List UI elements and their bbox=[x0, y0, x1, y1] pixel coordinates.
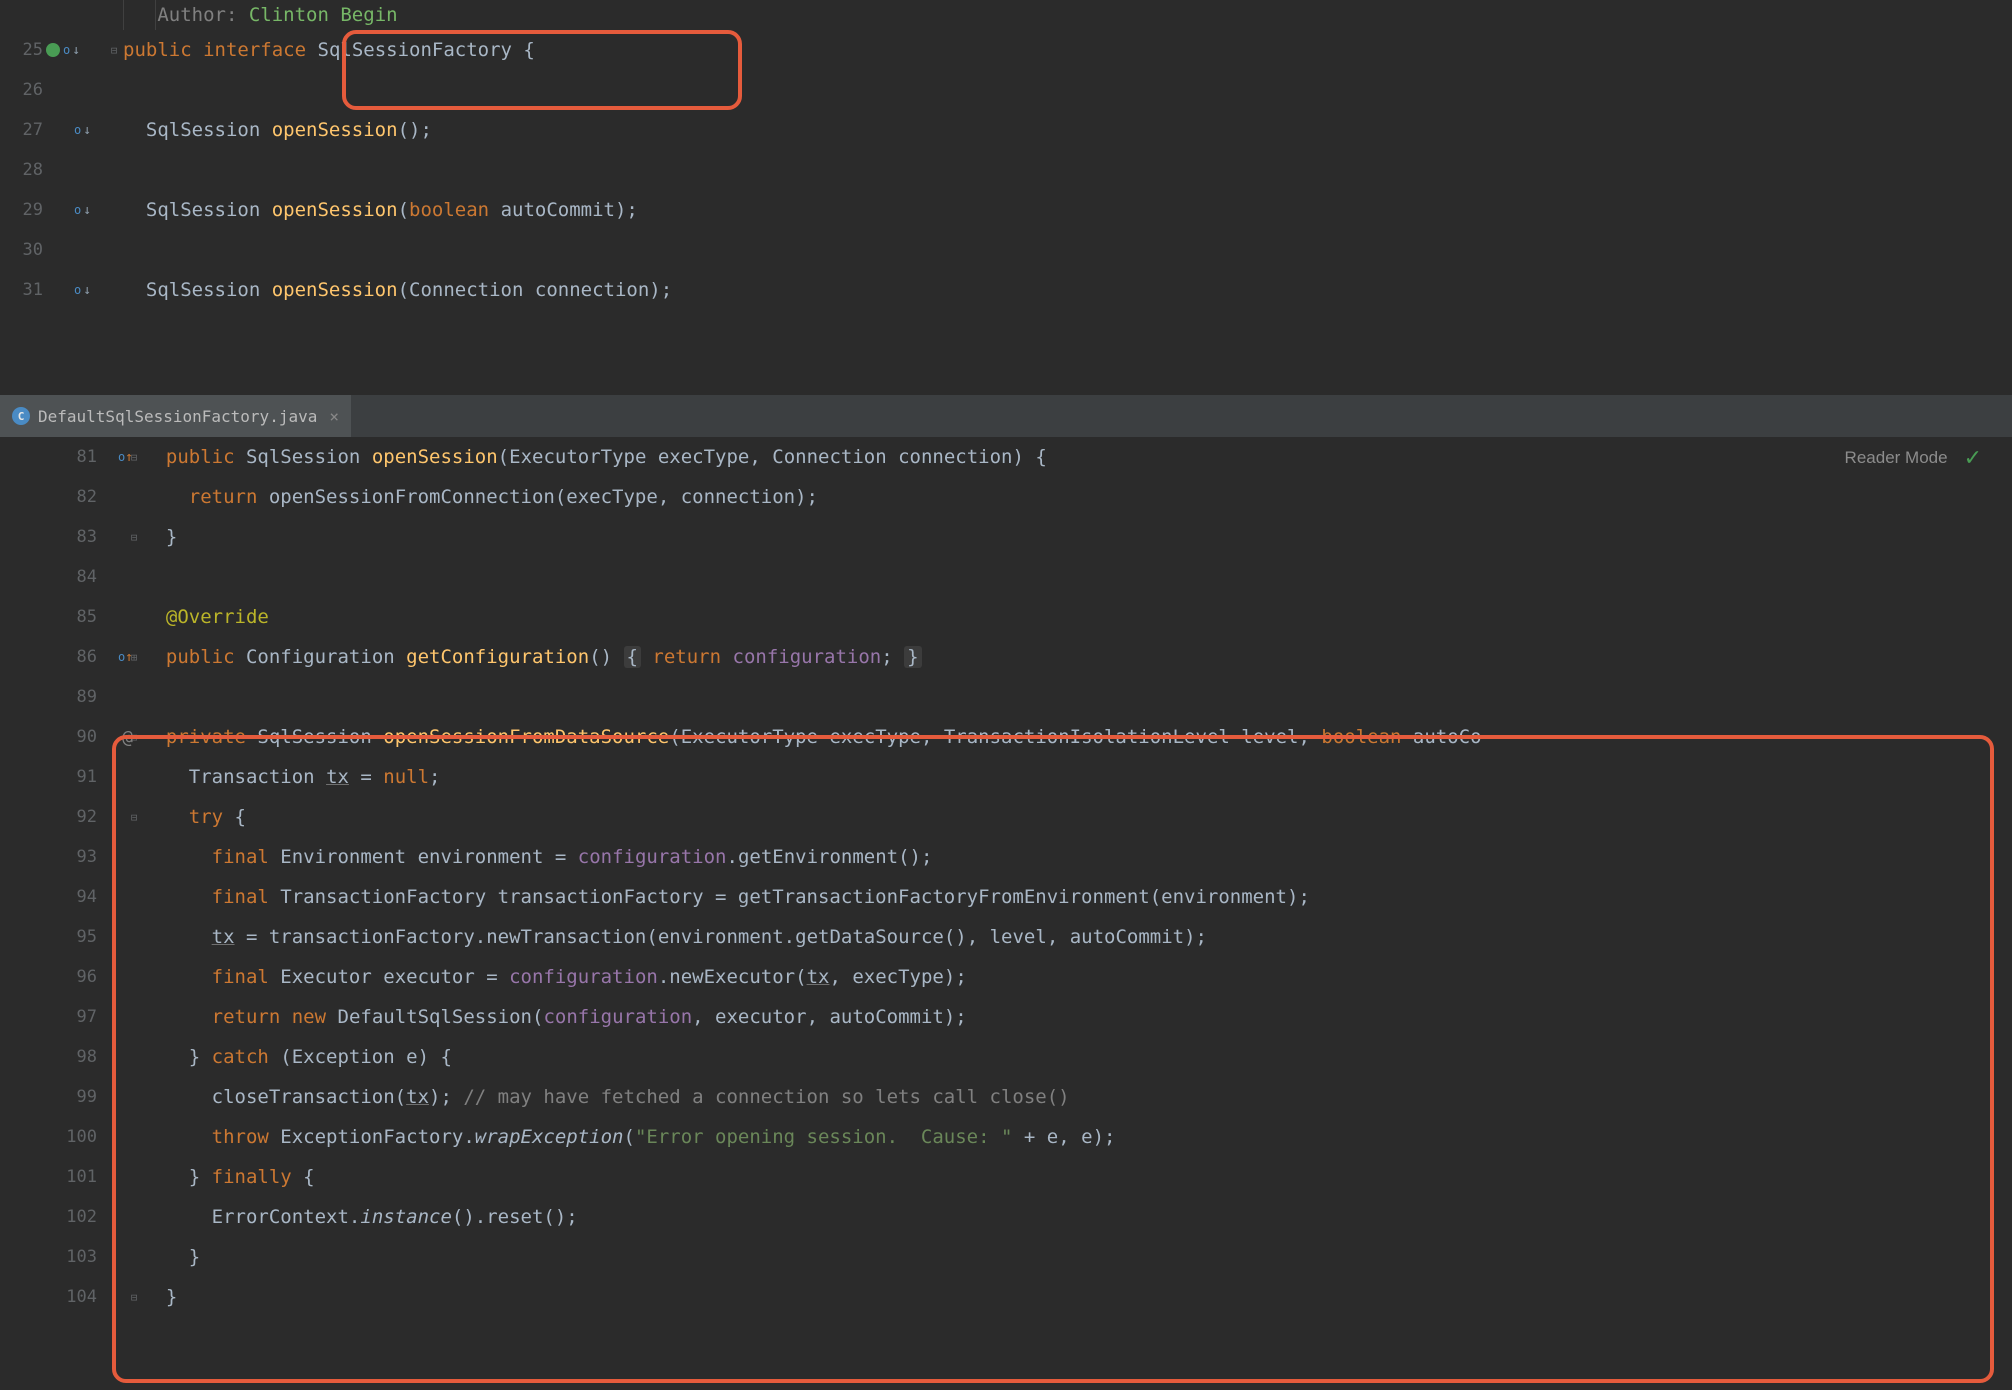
code-line-author: Author: Clinton Begin bbox=[0, 0, 2012, 30]
line-number: 84 bbox=[77, 567, 97, 587]
code-line-84[interactable]: 84 bbox=[0, 557, 2012, 597]
line-number: 103 bbox=[66, 1247, 97, 1267]
method-opensession: openSession bbox=[272, 119, 398, 141]
code-line-29[interactable]: o↓ 29 SqlSession openSession(boolean aut… bbox=[0, 190, 2012, 230]
line-number: 82 bbox=[77, 487, 97, 507]
author-name: Clinton Begin bbox=[249, 4, 398, 26]
code-line-97[interactable]: 97 return new DefaultSqlSession(configur… bbox=[0, 997, 2012, 1037]
author-label: Author: bbox=[157, 4, 237, 26]
line-number: 100 bbox=[66, 1127, 97, 1147]
file-tab-name: DefaultSqlSessionFactory.java bbox=[38, 407, 317, 426]
class-icon: C bbox=[12, 407, 30, 425]
code-line-81[interactable]: 81 o↑ ⊟ public SqlSession openSession(Ex… bbox=[0, 437, 2012, 477]
line-number: 96 bbox=[77, 967, 97, 987]
line-number: 98 bbox=[77, 1047, 97, 1067]
code-line-83[interactable]: 83 ⊟ } bbox=[0, 517, 2012, 557]
code-line-86[interactable]: 86 o↑ ⊞ public Configuration getConfigur… bbox=[0, 637, 2012, 677]
bottom-editor-pane: C DefaultSqlSessionFactory.java × Reader… bbox=[0, 395, 2012, 1390]
string-literal: "Error opening session. Cause: " bbox=[635, 1126, 1013, 1148]
line-number: 99 bbox=[77, 1087, 97, 1107]
line-number: 30 bbox=[23, 240, 43, 260]
code-line-98[interactable]: 98 } catch (Exception e) { bbox=[0, 1037, 2012, 1077]
fold-toggle[interactable]: ⊟ bbox=[125, 811, 143, 824]
code-line-92[interactable]: 92 ⊟ try { bbox=[0, 797, 2012, 837]
code-line-90[interactable]: 90 @ ⊟ private SqlSession openSessionFro… bbox=[0, 717, 2012, 757]
code-line-100[interactable]: 100 throw ExceptionFactory.wrapException… bbox=[0, 1117, 2012, 1157]
line-number: 97 bbox=[77, 1007, 97, 1027]
line-number: 31 bbox=[23, 280, 43, 300]
line-number: 29 bbox=[23, 200, 43, 220]
method-getconfiguration: getConfiguration bbox=[406, 646, 589, 668]
line-number: 85 bbox=[77, 607, 97, 627]
line-number: 26 bbox=[23, 80, 43, 100]
reader-mode-toggle[interactable]: Reader Mode ✓ bbox=[1845, 445, 1982, 471]
line-number: 86 bbox=[77, 647, 97, 667]
line-number: 91 bbox=[77, 767, 97, 787]
fold-col[interactable]: ⊟ bbox=[105, 44, 123, 57]
code-line-103[interactable]: 103 } bbox=[0, 1237, 2012, 1277]
code-line-26[interactable]: 26 bbox=[0, 70, 2012, 110]
code-line-31[interactable]: o↓ 31 SqlSession openSession(Connection … bbox=[0, 270, 2012, 310]
top-editor-pane: Author: Clinton Begin o↓ 25 ⊟ public int… bbox=[0, 0, 2012, 395]
annotation-override: @Override bbox=[166, 606, 269, 628]
at-icon: @ bbox=[122, 727, 133, 748]
reader-mode-label: Reader Mode bbox=[1845, 448, 1948, 468]
code-line-82[interactable]: 82 return openSessionFromConnection(exec… bbox=[0, 477, 2012, 517]
gutter-25: o↓ 25 bbox=[0, 40, 105, 60]
code-line-101[interactable]: 101 } finally { bbox=[0, 1157, 2012, 1197]
line-number: 102 bbox=[66, 1207, 97, 1227]
file-tab-defaultsqlsessionfactory[interactable]: C DefaultSqlSessionFactory.java × bbox=[0, 395, 351, 437]
comment: // may have fetched a connection so lets… bbox=[463, 1086, 1069, 1108]
checkmark-icon: ✓ bbox=[1964, 445, 1982, 471]
code-line-91[interactable]: 91 Transaction tx = null; bbox=[0, 757, 2012, 797]
code-line-25[interactable]: o↓ 25 ⊟ public interface SqlSessionFacto… bbox=[0, 30, 2012, 70]
kw-public: public bbox=[123, 39, 192, 61]
close-icon[interactable]: × bbox=[329, 407, 339, 426]
code-line-28[interactable]: 28 bbox=[0, 150, 2012, 190]
code-line-95[interactable]: 95 tx = transactionFactory.newTransactio… bbox=[0, 917, 2012, 957]
line-number: 101 bbox=[66, 1167, 97, 1187]
code-line-96[interactable]: 96 final Executor executor = configurati… bbox=[0, 957, 2012, 997]
class-name: SqlSessionFactory bbox=[318, 39, 512, 61]
line-number: 94 bbox=[77, 887, 97, 907]
code-line-99[interactable]: 99 closeTransaction(tx); // may have fet… bbox=[0, 1077, 2012, 1117]
code-line-93[interactable]: 93 final Environment environment = confi… bbox=[0, 837, 2012, 877]
code-line-102[interactable]: 102 ErrorContext.instance().reset(); bbox=[0, 1197, 2012, 1237]
line-number: 93 bbox=[77, 847, 97, 867]
line-number: 104 bbox=[66, 1287, 97, 1307]
kw-interface: interface bbox=[203, 39, 306, 61]
line-number: 95 bbox=[77, 927, 97, 947]
code-line-94[interactable]: 94 final TransactionFactory transactionF… bbox=[0, 877, 2012, 917]
line-number: 83 bbox=[77, 527, 97, 547]
code-line-27[interactable]: o↓ 27 SqlSession openSession(); bbox=[0, 110, 2012, 150]
line-number: 25 bbox=[23, 40, 43, 60]
tab-bar: C DefaultSqlSessionFactory.java × bbox=[0, 395, 2012, 437]
code-line-85[interactable]: 85 @Override bbox=[0, 597, 2012, 637]
method-opensession: openSession bbox=[372, 446, 498, 468]
line-number: 28 bbox=[23, 160, 43, 180]
line-number: 92 bbox=[77, 807, 97, 827]
line-number: 90 bbox=[77, 727, 97, 747]
method-opensessionfromdatasource: openSessionFromDataSource bbox=[383, 726, 669, 748]
code-line-89[interactable]: 89 bbox=[0, 677, 2012, 717]
code-line-104[interactable]: 104 ⊟ } bbox=[0, 1277, 2012, 1317]
code-line-30[interactable]: 30 bbox=[0, 230, 2012, 270]
ret-type: SqlSession bbox=[146, 119, 260, 141]
line-number: 89 bbox=[77, 687, 97, 707]
line-number: 81 bbox=[77, 447, 97, 467]
line-number: 27 bbox=[23, 120, 43, 140]
